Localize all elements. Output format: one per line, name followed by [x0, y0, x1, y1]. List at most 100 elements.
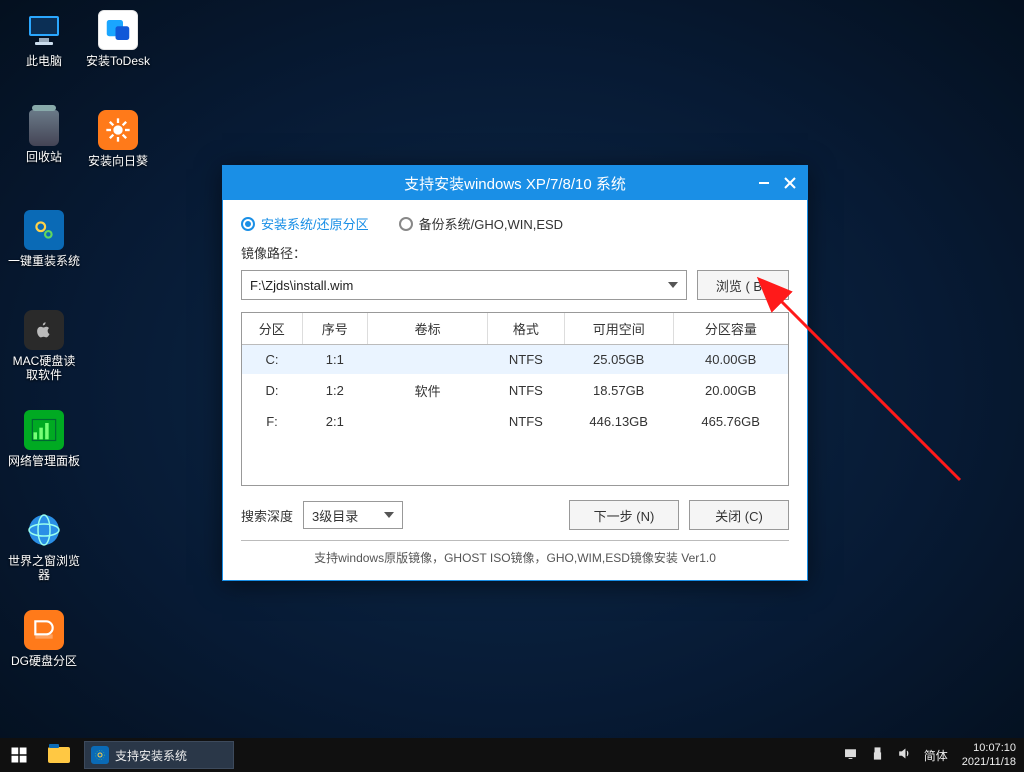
- search-depth-label: 搜索深度: [241, 506, 293, 525]
- table-row[interactable]: D:1:2软件NTFS18.57GB20.00GB: [242, 374, 788, 407]
- taskbar-task-installer[interactable]: 支持安装系统: [84, 741, 234, 769]
- taskbar-task-label: 支持安装系统: [115, 747, 187, 764]
- cell-fmt: NTFS: [488, 407, 564, 436]
- system-tray: 简体: [837, 746, 954, 764]
- desktop-icon-label: 安装ToDesk: [82, 54, 154, 68]
- desktop-icon-label: 一键重装系统: [8, 254, 80, 268]
- desktop-icon-label: 此电脑: [8, 54, 80, 68]
- network-icon: [24, 410, 64, 450]
- close-button[interactable]: [777, 170, 803, 196]
- disk-icon: [24, 610, 64, 650]
- apple-icon: [24, 310, 64, 350]
- cell-idx: 1:1: [302, 345, 368, 375]
- taskbar-clock[interactable]: 10:07:10 2021/11/18: [954, 741, 1024, 769]
- cell-vol: [368, 345, 488, 375]
- chevron-down-icon: [384, 512, 394, 518]
- col-partition: 分区: [242, 313, 302, 345]
- image-path-value: F:\Zjds\install.wim: [250, 278, 353, 293]
- desktop-icon-recycle-bin[interactable]: 回收站: [8, 110, 80, 164]
- cell-cap: 465.76GB: [673, 407, 788, 436]
- search-depth-value: 3级目录: [312, 506, 358, 525]
- cell-vol: 软件: [368, 374, 488, 407]
- browse-button[interactable]: 浏览 ( B ): [697, 270, 789, 300]
- gear-icon: [91, 746, 109, 764]
- network-tray-icon[interactable]: [843, 746, 858, 764]
- desktop-icon-label: MAC硬盘读取软件: [8, 354, 80, 382]
- col-format: 格式: [488, 313, 564, 345]
- cell-cap: 40.00GB: [673, 345, 788, 375]
- minimize-icon: [758, 177, 770, 189]
- todesk-icon: [98, 10, 138, 50]
- desktop-icon-dg-partition[interactable]: DG硬盘分区: [8, 610, 80, 668]
- desktop-icon-label: 回收站: [8, 150, 80, 164]
- titlebar[interactable]: 支持安装windows XP/7/8/10 系统: [223, 166, 807, 200]
- search-depth-select[interactable]: 3级目录: [303, 501, 403, 529]
- desktop-icon-this-pc[interactable]: 此电脑: [8, 10, 80, 68]
- desktop-icon-label: 世界之窗浏览器: [8, 554, 80, 582]
- clock-time: 10:07:10: [962, 741, 1016, 755]
- image-path-combo[interactable]: F:\Zjds\install.wim: [241, 270, 687, 300]
- desktop-icon-reinstall-system[interactable]: 一键重装系统: [8, 210, 80, 268]
- folder-icon: [48, 747, 70, 763]
- desktop-icon-network-panel[interactable]: 网络管理面板: [8, 410, 80, 468]
- radio-icon: [241, 217, 255, 231]
- table-header-row: 分区 序号 卷标 格式 可用空间 分区容量: [242, 313, 788, 345]
- desktop-icon-label: 网络管理面板: [8, 454, 80, 468]
- desktop-icon-label: 安装向日葵: [82, 154, 154, 168]
- col-free: 可用空间: [564, 313, 673, 345]
- table-row[interactable]: F:2:1 NTFS446.13GB465.76GB: [242, 407, 788, 436]
- cell-vol: [368, 407, 488, 436]
- start-button[interactable]: [0, 738, 38, 772]
- usb-tray-icon[interactable]: [870, 746, 885, 764]
- volume-tray-icon[interactable]: [897, 746, 912, 764]
- cell-part: D:: [242, 374, 302, 407]
- col-volume: 卷标: [368, 313, 488, 345]
- browse-button-label: 浏览 ( B ): [716, 276, 770, 295]
- taskbar: 支持安装系统 简体 10:07:10 2021/11/18: [0, 738, 1024, 772]
- cell-idx: 1:2: [302, 374, 368, 407]
- radio-label: 安装系统/还原分区: [261, 214, 369, 233]
- close-dialog-label: 关闭 (C): [715, 506, 763, 525]
- col-capacity: 分区容量: [673, 313, 788, 345]
- radio-install-restore[interactable]: 安装系统/还原分区: [241, 214, 369, 233]
- monitor-icon: [24, 10, 64, 50]
- sunflower-icon: [98, 110, 138, 150]
- gears-icon: [24, 210, 64, 250]
- cell-free: 18.57GB: [564, 374, 673, 407]
- clock-date: 2021/11/18: [962, 755, 1016, 769]
- globe-icon: [24, 510, 64, 550]
- radio-backup[interactable]: 备份系统/GHO,WIN,ESD: [399, 214, 563, 233]
- desktop-icon-world-browser[interactable]: 世界之窗浏览器: [8, 510, 80, 582]
- close-dialog-button[interactable]: 关闭 (C): [689, 500, 789, 530]
- minimize-button[interactable]: [751, 170, 777, 196]
- footer-text: 支持windows原版镜像，GHOST ISO镜像，GHO,WIM,ESD镜像安…: [241, 540, 789, 572]
- desktop-icon-label: DG硬盘分区: [8, 654, 80, 668]
- cell-idx: 2:1: [302, 407, 368, 436]
- cell-fmt: NTFS: [488, 345, 564, 375]
- desktop-icon-sunflower[interactable]: 安装向日葵: [82, 110, 154, 168]
- next-button[interactable]: 下一步 (N): [569, 500, 679, 530]
- cell-free: 25.05GB: [564, 345, 673, 375]
- cell-cap: 20.00GB: [673, 374, 788, 407]
- windows-icon: [10, 746, 28, 764]
- partition-table: 分区 序号 卷标 格式 可用空间 分区容量 C:1:1NTFS25.05GB40…: [241, 312, 789, 486]
- installer-window: 支持安装windows XP/7/8/10 系统 安装系统/还原分区 备份系统/…: [222, 165, 808, 581]
- window-title: 支持安装windows XP/7/8/10 系统: [404, 173, 626, 194]
- cell-part: C:: [242, 345, 302, 375]
- radio-icon: [399, 217, 413, 231]
- desktop-icon-mac-disk-reader[interactable]: MAC硬盘读取软件: [8, 310, 80, 382]
- next-button-label: 下一步 (N): [594, 506, 655, 525]
- cell-part: F:: [242, 407, 302, 436]
- image-path-label: 镜像路径：: [241, 243, 789, 262]
- col-index: 序号: [302, 313, 368, 345]
- desktop-icon-todesk[interactable]: 安装ToDesk: [82, 10, 154, 68]
- cell-free: 446.13GB: [564, 407, 673, 436]
- file-explorer-button[interactable]: [38, 738, 80, 772]
- radio-label: 备份系统/GHO,WIN,ESD: [419, 214, 563, 233]
- trash-icon: [29, 110, 59, 146]
- cell-fmt: NTFS: [488, 374, 564, 407]
- ime-indicator[interactable]: 简体: [924, 747, 948, 764]
- chevron-down-icon: [668, 282, 678, 288]
- close-icon: [784, 177, 796, 189]
- table-row[interactable]: C:1:1 NTFS25.05GB40.00GB: [242, 345, 788, 375]
